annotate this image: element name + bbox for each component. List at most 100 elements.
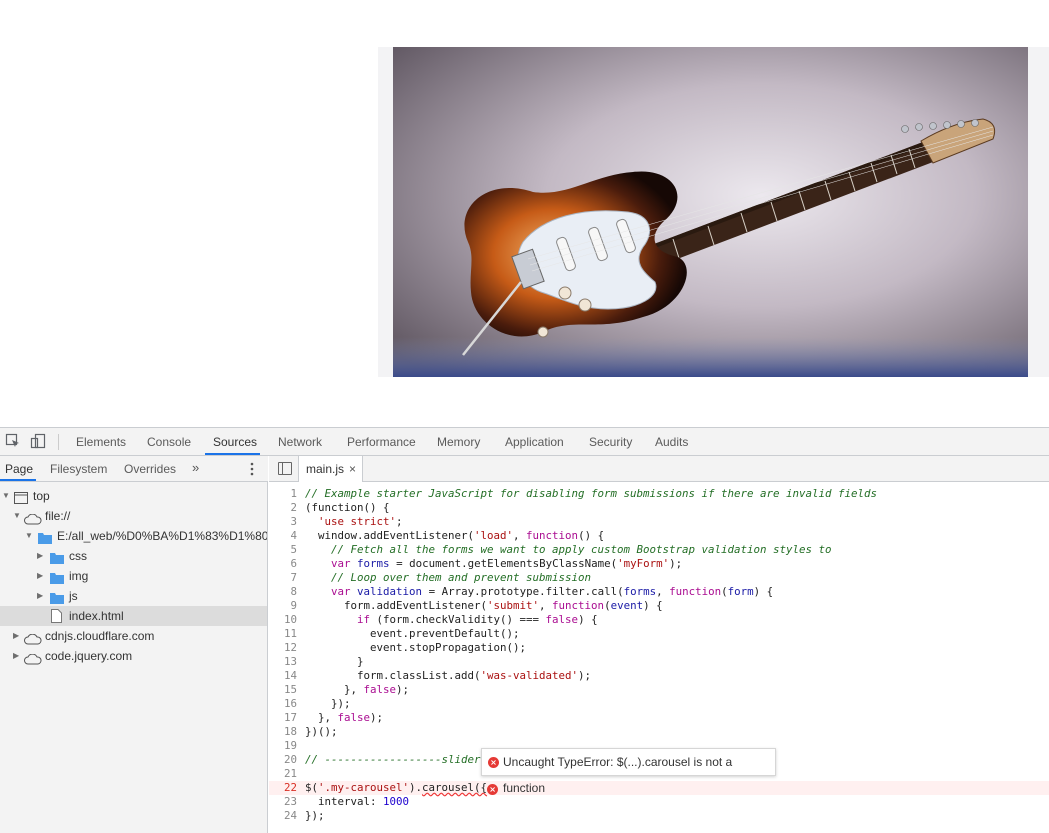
code-token: ). [409, 781, 423, 794]
code-text: event.stopPropagation(); [305, 641, 527, 654]
tree-item-js[interactable]: ▶ js [0, 586, 267, 606]
tree-item-cdnjs[interactable]: ▶ cdnjs.cloudflare.com [0, 626, 267, 646]
code-token: , [656, 585, 670, 598]
inspect-element-icon[interactable] [5, 433, 21, 449]
code-token: $( [305, 781, 319, 794]
variable-token: forms [357, 557, 390, 570]
folder-icon [50, 590, 64, 606]
line-number: 9 [290, 599, 297, 612]
string-token: 'was-validated' [480, 669, 579, 682]
line-number: 2 [290, 501, 297, 514]
line-number: 20 [283, 753, 297, 766]
device-toolbar-icon[interactable] [30, 433, 46, 449]
tree-label-css: css [69, 549, 87, 563]
collapse-arrow-icon: ▶ [13, 651, 20, 660]
code-text: })(); [305, 725, 338, 738]
code-text: }); [305, 809, 325, 822]
error-icon: × [488, 757, 499, 768]
tab-performance[interactable]: Performance [347, 428, 416, 456]
code-line: 24}); [269, 809, 1049, 823]
tab-memory[interactable]: Memory [437, 428, 480, 456]
error-icon[interactable]: × [487, 784, 499, 795]
code-text: form.addEventListener('submit', function… [305, 599, 663, 613]
code-token: form.addEventListener( [305, 599, 488, 612]
code-text: event.preventDefault(); [305, 627, 520, 640]
code-text: // Loop over them and prevent submission [305, 571, 592, 584]
tree-label-root-folder: E:/all_web/%D0%BA%D1%83%D1%80% [57, 529, 267, 543]
tree-item-img[interactable]: ▶ img [0, 566, 267, 586]
tab-security[interactable]: Security [589, 428, 632, 456]
code-line: 15 }, false); [269, 683, 1049, 697]
tree-item-top[interactable]: ▼ top [0, 486, 267, 506]
code-line: 8 var validation = Array.prototype.filte… [269, 585, 1049, 599]
line-number: 21 [283, 767, 297, 780]
code-text: var forms = document.getElementsByClassN… [305, 557, 682, 571]
expand-arrow-icon: ▼ [13, 511, 21, 520]
tree-label-cdnjs: cdnjs.cloudflare.com [45, 629, 155, 643]
line-number: 15 [283, 683, 297, 696]
tab-audits[interactable]: Audits [655, 428, 688, 456]
tree-item-file[interactable]: ▼ file:// [0, 506, 267, 526]
code-text: } [305, 655, 364, 668]
keyword-token: false [545, 613, 579, 626]
code-token: ) { [753, 585, 774, 598]
code-token: ); [669, 557, 683, 570]
tab-overrides[interactable]: Overrides [124, 456, 176, 482]
code-text: form.classList.add('was-validated'); [305, 669, 591, 683]
toolbar-separator [58, 434, 59, 450]
tab-filesystem[interactable]: Filesystem [50, 456, 107, 482]
line-number: 1 [290, 487, 297, 500]
editor-tab-main-js[interactable]: main.js × [299, 456, 363, 482]
line-number: 16 [283, 697, 297, 710]
line-number: 3 [290, 515, 297, 528]
tree-label-top: top [33, 489, 50, 503]
kebab-menu-icon[interactable] [246, 461, 258, 477]
code-line: 3 'use strict'; [269, 515, 1049, 529]
more-tabs-icon[interactable]: » [192, 460, 199, 475]
toggle-navigator-icon[interactable] [278, 462, 292, 475]
tab-sources[interactable]: Sources [213, 428, 257, 456]
error-message: Uncaught TypeError: $(...).carousel is n… [503, 755, 733, 795]
tree-label-img: img [69, 569, 89, 583]
number-token: 1000 [383, 795, 410, 808]
keyword-token: if [357, 613, 371, 626]
editor-tab-label: main.js [306, 462, 345, 476]
keyword-token: function [552, 599, 605, 612]
tab-elements[interactable]: Elements [76, 428, 126, 456]
guitar-image [393, 47, 1028, 377]
folder-icon [50, 550, 64, 566]
collapse-arrow-icon: ▶ [37, 551, 44, 560]
code-line: 14 form.classList.add('was-validated'); [269, 669, 1049, 683]
string-token: '.my-carousel' [318, 781, 410, 794]
tree-item-index-html[interactable]: index.html [0, 606, 267, 626]
close-icon[interactable]: × [349, 456, 356, 482]
code-token: ); [370, 711, 384, 724]
line-number: 17 [283, 711, 297, 724]
cloud-icon [24, 511, 42, 526]
tab-console[interactable]: Console [147, 428, 191, 456]
active-tab-indicator [205, 453, 260, 455]
tab-network[interactable]: Network [278, 428, 322, 456]
tree-item-root-folder[interactable]: ▼ E:/all_web/%D0%BA%D1%83%D1%80% [0, 526, 267, 546]
line-number: 12 [283, 641, 297, 654]
code-token: }, [305, 711, 338, 724]
tab-application[interactable]: Application [505, 428, 564, 456]
tree-item-css[interactable]: ▶ css [0, 546, 267, 566]
line-number: 18 [283, 725, 297, 738]
code-line: 7 // Loop over them and prevent submissi… [269, 571, 1049, 585]
line-number: 11 [283, 627, 297, 640]
line-number: 5 [290, 543, 297, 556]
code-text: window.addEventListener('load', function… [305, 529, 604, 543]
code-text: if (form.checkValidity() === false) { [305, 613, 598, 627]
code-text: // Fetch all the forms we want to apply … [305, 543, 832, 556]
cloud-icon [24, 631, 42, 646]
string-token: 'myForm' [617, 557, 670, 570]
code-text: (function() { [305, 501, 390, 514]
variable-token: form [727, 585, 754, 598]
tree-item-jquery[interactable]: ▶ code.jquery.com [0, 646, 267, 666]
code-token: = document.getElementsByClassName( [389, 557, 618, 570]
code-line: 13 } [269, 655, 1049, 669]
editor-tab-strip: main.js × [269, 456, 1049, 482]
tree-label-jquery: code.jquery.com [45, 649, 133, 663]
keyword-token: function [669, 585, 722, 598]
